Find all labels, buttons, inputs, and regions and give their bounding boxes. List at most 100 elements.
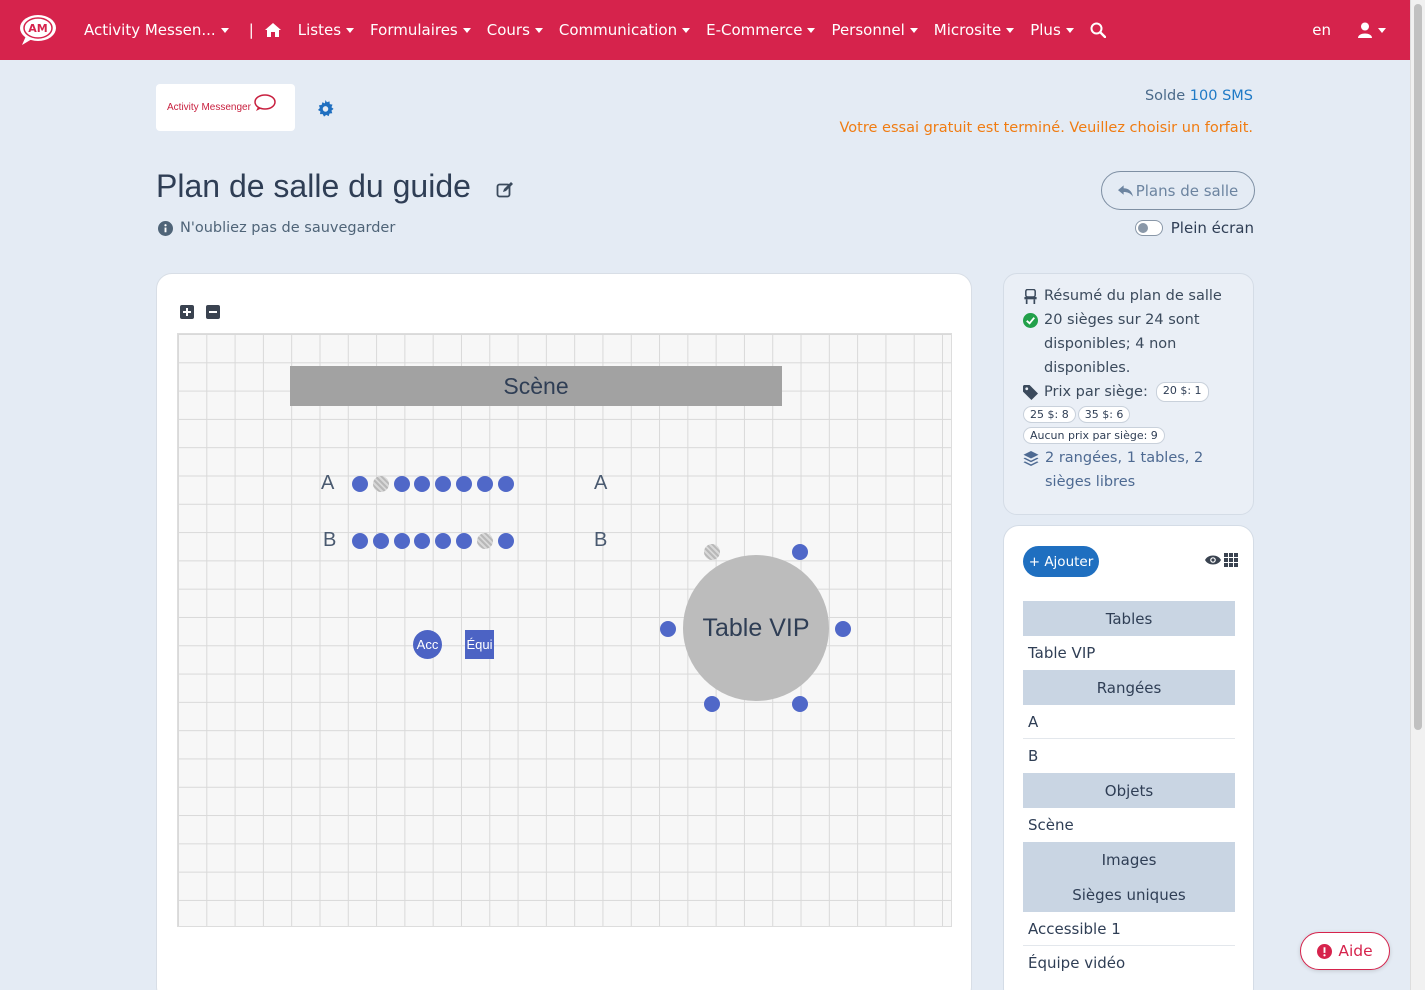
zoom-out-button[interactable] bbox=[206, 305, 220, 319]
chevron-down-icon bbox=[909, 27, 918, 33]
seat[interactable] bbox=[497, 533, 514, 549]
seat[interactable] bbox=[456, 476, 472, 492]
summary-availability-text: 20 sièges sur 24 sont disponibles; 4 non… bbox=[1044, 312, 1200, 376]
chair-icon bbox=[1024, 289, 1037, 304]
chevron-down-icon bbox=[346, 27, 355, 33]
nav-personnel[interactable]: Personnel bbox=[831, 21, 918, 39]
price-badge: Aucun prix par siège: 9 bbox=[1023, 427, 1165, 444]
table-seat[interactable] bbox=[792, 696, 808, 712]
seat-unavailable[interactable] bbox=[476, 533, 493, 549]
trial-ended-notice[interactable]: Votre essai gratuit est terminé. Veuille… bbox=[840, 120, 1253, 136]
eye-icon[interactable] bbox=[1205, 553, 1221, 567]
section-header-images: Images bbox=[1023, 842, 1235, 877]
home-icon bbox=[264, 23, 281, 37]
single-seat-video-team[interactable]: Équi bbox=[465, 630, 494, 659]
nav-cours[interactable]: Cours bbox=[487, 21, 543, 39]
organization-logo-text: Activity Messenger bbox=[167, 102, 251, 113]
sms-balance: Solde 100 SMS bbox=[1145, 88, 1253, 104]
fullscreen-toggle[interactable]: Plein écran bbox=[1134, 219, 1254, 237]
chevron-down-icon bbox=[807, 27, 816, 33]
scrollbar-thumb[interactable] bbox=[1414, 4, 1422, 730]
chevron-down-icon bbox=[462, 27, 471, 33]
seat[interactable] bbox=[497, 476, 514, 492]
top-navbar: AM Activity Messen... | Listes Formulair… bbox=[0, 0, 1410, 60]
list-item-single-seat[interactable]: Accessible 1 bbox=[1023, 912, 1235, 946]
table-seat[interactable] bbox=[792, 544, 808, 560]
search-icon bbox=[1090, 22, 1106, 38]
list-item-object[interactable]: Scène bbox=[1023, 808, 1235, 842]
toggle-switch[interactable] bbox=[1134, 220, 1163, 236]
table-seat-unavailable[interactable] bbox=[704, 544, 720, 560]
zoom-in-button[interactable] bbox=[180, 305, 194, 319]
chevron-down-icon bbox=[1006, 27, 1015, 33]
edit-title-button[interactable] bbox=[496, 181, 514, 203]
nav-plus[interactable]: Plus bbox=[1030, 21, 1074, 39]
summary-availability: 20 sièges sur 24 sont disponibles; 4 non… bbox=[1023, 308, 1239, 380]
edit-icon bbox=[496, 182, 513, 198]
seat[interactable] bbox=[352, 476, 368, 492]
list-item-row[interactable]: A bbox=[1023, 705, 1235, 739]
add-element-button[interactable]: + Ajouter bbox=[1023, 546, 1099, 577]
seat[interactable] bbox=[476, 476, 493, 492]
chevron-down-icon bbox=[682, 27, 691, 33]
info-circle-icon bbox=[1317, 943, 1333, 959]
info-circle-icon bbox=[158, 220, 173, 236]
grid-icon[interactable] bbox=[1224, 553, 1238, 567]
section-header-objects: Objets bbox=[1023, 773, 1235, 808]
section-header-rows: Rangées bbox=[1023, 670, 1235, 705]
seat-unavailable[interactable] bbox=[372, 476, 389, 492]
stage-object[interactable]: Scène bbox=[290, 366, 782, 406]
nav-formulaires[interactable]: Formulaires bbox=[370, 21, 471, 39]
page-scrollbar[interactable] bbox=[1410, 0, 1425, 990]
home-link[interactable] bbox=[264, 22, 282, 38]
fullscreen-label: Plein écran bbox=[1170, 219, 1254, 237]
back-to-seating-plans-button[interactable]: Plans de salle bbox=[1101, 171, 1255, 210]
list-item-row[interactable]: B bbox=[1023, 739, 1235, 773]
summary-counts-link[interactable]: 2 rangées, 1 tables, 2 sièges libres bbox=[1023, 446, 1239, 494]
nav-communication[interactable]: Communication bbox=[558, 21, 691, 39]
nav-separator: | bbox=[248, 21, 254, 39]
view-toggles bbox=[1205, 553, 1238, 567]
save-reminder: N'oubliez pas de sauvegarder bbox=[158, 220, 395, 236]
reply-arrow-icon bbox=[1117, 184, 1133, 197]
chevron-down-icon bbox=[534, 27, 543, 33]
nav-ecommerce-label: E-Commerce bbox=[706, 21, 803, 39]
nav-listes[interactable]: Listes bbox=[298, 21, 355, 39]
seat[interactable] bbox=[456, 533, 472, 549]
list-item-single-seat[interactable]: Équipe vidéo bbox=[1023, 946, 1235, 980]
row-a-label-left: A bbox=[321, 472, 335, 494]
account-dropdown[interactable]: Activity Messen... bbox=[84, 21, 229, 39]
summary-price-label: Prix par siège: bbox=[1044, 384, 1148, 400]
tag-icon bbox=[1023, 385, 1038, 400]
account-name: Activity Messen... bbox=[84, 21, 216, 39]
table-seat[interactable] bbox=[835, 621, 851, 637]
nav-microsite-label: Microsite bbox=[933, 21, 1002, 39]
nav-plus-label: Plus bbox=[1030, 21, 1061, 39]
app-logo[interactable]: AM bbox=[14, 12, 62, 48]
settings-button[interactable] bbox=[317, 100, 334, 121]
seat[interactable] bbox=[393, 476, 410, 492]
seat[interactable] bbox=[352, 533, 368, 549]
help-button[interactable]: Aide bbox=[1300, 932, 1390, 970]
sms-balance-value[interactable]: 100 SMS bbox=[1190, 88, 1253, 104]
search-button[interactable] bbox=[1090, 22, 1106, 38]
table-seat[interactable] bbox=[704, 696, 720, 712]
speech-bubble-logo-icon bbox=[254, 93, 276, 111]
section-header-tables: Tables bbox=[1023, 601, 1235, 636]
seat[interactable] bbox=[393, 533, 410, 549]
elements-panel: + Ajouter Tables Table VIP Rangées A B O… bbox=[1003, 525, 1254, 990]
nav-ecommerce[interactable]: E-Commerce bbox=[706, 21, 816, 39]
single-seat-accessible[interactable]: Acc bbox=[413, 630, 442, 659]
chevron-down-icon bbox=[1378, 27, 1386, 33]
save-reminder-text: N'oubliez pas de sauvegarder bbox=[180, 220, 396, 236]
seat[interactable] bbox=[372, 533, 389, 549]
organization-logo-card: Activity Messenger bbox=[156, 84, 295, 131]
user-menu[interactable] bbox=[1357, 22, 1386, 38]
help-button-label: Aide bbox=[1338, 942, 1373, 960]
nav-microsite[interactable]: Microsite bbox=[933, 21, 1015, 39]
nav-communication-label: Communication bbox=[558, 21, 678, 39]
list-item-table[interactable]: Table VIP bbox=[1023, 636, 1235, 670]
language-switch[interactable]: en bbox=[1312, 21, 1331, 39]
table-vip[interactable]: Table VIP bbox=[683, 555, 829, 701]
table-seat[interactable] bbox=[660, 621, 676, 637]
